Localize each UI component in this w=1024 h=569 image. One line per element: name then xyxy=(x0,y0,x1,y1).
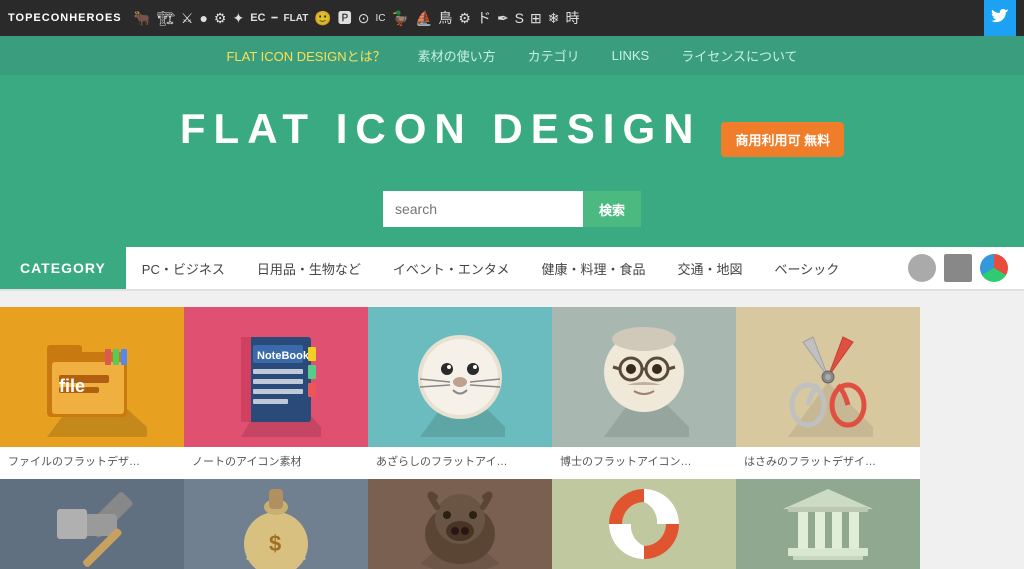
nav-category[interactable]: カテゴリ xyxy=(528,46,580,65)
twitter-button[interactable] xyxy=(984,0,1016,36)
card-label: ノートのアイコン素材 xyxy=(184,447,368,479)
cat-basic[interactable]: ベーシック xyxy=(759,247,856,289)
card-image-seal xyxy=(368,307,552,447)
icon-grid-container: file ファイルのフラットデザ… NoteBook xyxy=(0,291,1024,569)
topbar-icon-s[interactable]: S xyxy=(515,10,524,26)
topbar: TOPECONHEROES 🐂 🏗 ⚔ ● ⚙ ✦ EC ━ FLAT 🙂 🅿 … xyxy=(0,0,1024,36)
cat-event[interactable]: イベント・エンタメ xyxy=(377,247,526,289)
topbar-icon-smile[interactable]: 🙂 xyxy=(314,10,331,27)
hero-title: FLAT ICON DESIGN xyxy=(180,105,702,153)
cat-daily[interactable]: 日用品・生物など xyxy=(241,247,377,289)
topbar-icon-line[interactable]: ━ xyxy=(271,13,277,24)
topbar-icon-4[interactable]: ● xyxy=(199,10,207,26)
nav-about[interactable]: FLAT ICON DESIGNとは？ xyxy=(226,46,385,65)
list-item[interactable]: 博士のフラットアイコン… xyxy=(552,307,736,479)
card-label: ファイルのフラットデザ… xyxy=(0,447,184,479)
topbar-icon-2[interactable]: 🏗 xyxy=(157,10,175,27)
card-image-notebook: NoteBook xyxy=(184,307,368,447)
color-filter-row xyxy=(908,254,1024,282)
nav-license[interactable]: ライセンスについて xyxy=(681,46,797,65)
card-label: 博士のフラットアイコン… xyxy=(552,447,736,479)
topbar-icon-duck[interactable]: 🦆 xyxy=(392,10,409,27)
search-row: 検索 xyxy=(20,191,1004,227)
search-button[interactable]: 検索 xyxy=(583,191,641,227)
topbar-icon-ec[interactable]: EC xyxy=(250,12,265,24)
card-label: あざらしのフラットアイ… xyxy=(368,447,552,479)
brand-logo[interactable]: TOPECONHEROES xyxy=(8,12,122,24)
svg-text:$: $ xyxy=(269,531,281,556)
topbar-icon-gear[interactable]: ⚙ xyxy=(458,10,471,27)
category-bar: CATEGORY PC・ビジネス 日用品・生物など イベント・エンタメ 健康・料… xyxy=(0,247,1024,291)
card-image-moneybag: $ xyxy=(184,479,368,569)
topbar-icon-3[interactable]: ⚔ xyxy=(181,10,194,27)
svg-text:file: file xyxy=(59,376,85,396)
list-item[interactable]: ライフリングのフラット… xyxy=(552,479,736,569)
card-image-bull xyxy=(368,479,552,569)
list-item[interactable]: はさみのフラットデザイ… xyxy=(736,307,920,479)
cat-transport[interactable]: 交通・地図 xyxy=(662,247,759,289)
list-item[interactable]: ハンマーのフラット… xyxy=(0,479,184,569)
hero-badge: 商用利用可 無料 xyxy=(721,122,844,157)
topbar-icon-ship[interactable]: ⛵ xyxy=(415,10,432,27)
topbar-icon-pen[interactable]: ✒ xyxy=(497,10,509,27)
card-image-building xyxy=(736,479,920,569)
topbar-icon-grid[interactable]: ⊞ xyxy=(530,10,542,27)
list-item[interactable]: 牛のフラットアイコン… xyxy=(368,479,552,569)
topbar-icon-5[interactable]: ⚙ xyxy=(214,10,227,27)
card-label: はさみのフラットデザイ… xyxy=(736,447,920,479)
card-image-file: file xyxy=(0,307,184,447)
card-image-scissors xyxy=(736,307,920,447)
main-nav: FLAT ICON DESIGNとは？ 素材の使い方 カテゴリ LINKS ライ… xyxy=(0,36,1024,75)
category-label: CATEGORY xyxy=(0,247,126,289)
card-image-hammer xyxy=(0,479,184,569)
topbar-icon-flat[interactable]: FLAT xyxy=(284,13,309,24)
card-image-lifering xyxy=(552,479,736,569)
topbar-icon-circle[interactable]: ⊙ xyxy=(358,10,370,27)
filter-colorful[interactable] xyxy=(980,254,1008,282)
icon-grid: file ファイルのフラットデザ… NoteBook xyxy=(0,307,1024,569)
filter-gray[interactable] xyxy=(908,254,936,282)
topbar-icon-6[interactable]: ✦ xyxy=(232,10,244,27)
list-item[interactable]: NoteBook ノートのアイコン素材 xyxy=(184,307,368,479)
hero-section: FLAT ICON DESIGN 商用利用可 無料 検索 xyxy=(0,75,1024,247)
cat-pc-business[interactable]: PC・ビジネス xyxy=(126,247,241,289)
filter-dark[interactable] xyxy=(944,254,972,282)
topbar-icon-icon[interactable]: IC xyxy=(376,13,386,24)
card-image-doctor xyxy=(552,307,736,447)
topbar-icon-p[interactable]: 🅿 xyxy=(338,8,352,28)
list-item[interactable]: あざらしのフラットアイ… xyxy=(368,307,552,479)
nav-links[interactable]: LINKS xyxy=(612,48,650,63)
list-item[interactable]: 建物のフラット… xyxy=(736,479,920,569)
nav-usage[interactable]: 素材の使い方 xyxy=(418,46,496,65)
list-item[interactable]: file ファイルのフラットデザ… xyxy=(0,307,184,479)
topbar-icon-1[interactable]: 🐂 xyxy=(134,10,151,27)
cat-health[interactable]: 健康・料理・食品 xyxy=(525,247,661,289)
topbar-icon-do[interactable]: ド xyxy=(477,8,491,28)
search-input[interactable] xyxy=(383,191,583,227)
topbar-icon-bird[interactable]: 鳥 xyxy=(438,8,452,28)
topbar-icon-time[interactable]: 時 xyxy=(565,8,579,28)
svg-text:NoteBook: NoteBook xyxy=(257,350,310,362)
list-item[interactable]: $ お金袋のフラット… xyxy=(184,479,368,569)
topbar-icon-snow[interactable]: ❄ xyxy=(548,10,560,27)
